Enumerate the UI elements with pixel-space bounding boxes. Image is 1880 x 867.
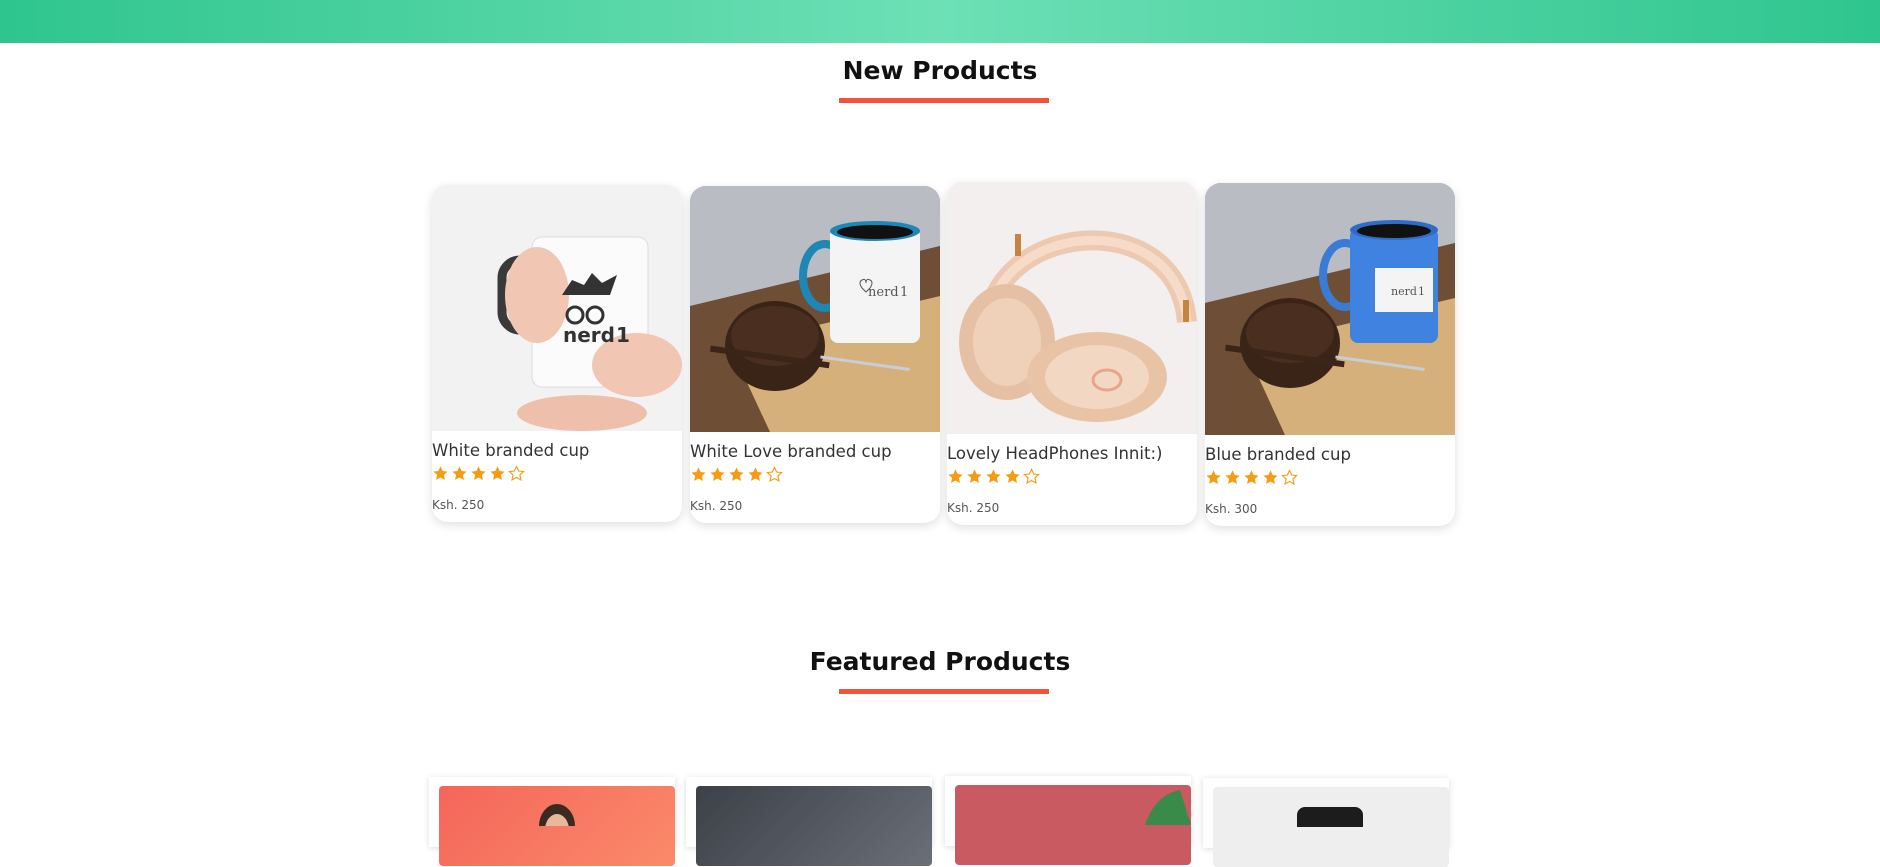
- star-filled-icon: [1206, 470, 1221, 484]
- star-outline-icon: [1023, 468, 1040, 485]
- product-card[interactable]: nerd 1 Blue branded cup Ksh. 300: [1205, 183, 1455, 526]
- product-rating: [1205, 469, 1455, 489]
- star-filled-icon: [710, 467, 725, 481]
- featured-product-card[interactable]: [1203, 778, 1449, 867]
- product-card[interactable]: nerd 1 White branded cup Ksh. 250: [432, 185, 682, 522]
- featured-product-card[interactable]: [686, 777, 932, 866]
- product-name[interactable]: White branded cup: [432, 441, 682, 460]
- product-image-white-mug[interactable]: nerd 1: [690, 186, 940, 432]
- mug-logo-number: 1: [616, 323, 630, 347]
- product-rating: [947, 468, 1197, 488]
- product-price: Ksh. 300: [1205, 502, 1258, 516]
- product-card[interactable]: nerd 1 White Love branded cup Ksh. 250: [690, 186, 940, 523]
- featured-product-image[interactable]: [696, 786, 932, 866]
- featured-product-card[interactable]: [429, 777, 675, 866]
- star-filled-icon: [986, 469, 1001, 483]
- mug-love-number: 1: [1418, 285, 1425, 298]
- star-filled-icon: [1005, 469, 1020, 483]
- star-filled-icon: [691, 467, 706, 481]
- product-image-blue-mug[interactable]: nerd 1: [1205, 183, 1455, 435]
- star-outline-icon: [766, 466, 783, 483]
- mug-love-text: nerd: [1391, 285, 1417, 298]
- product-image-nerd-mug[interactable]: nerd 1: [432, 185, 682, 431]
- star-filled-icon: [471, 466, 486, 480]
- mug-love-number: 1: [900, 285, 908, 300]
- product-name[interactable]: Lovely HeadPhones Innit:): [947, 444, 1197, 463]
- product-price: Ksh. 250: [947, 501, 1000, 515]
- star-filled-icon: [967, 469, 982, 483]
- star-filled-icon: [452, 466, 467, 480]
- top-header-bar: [0, 0, 1880, 43]
- product-rating: [690, 466, 940, 486]
- new-products-heading: New Products: [842, 56, 1038, 85]
- product-name[interactable]: White Love branded cup: [690, 442, 940, 461]
- star-filled-icon: [748, 467, 763, 481]
- featured-product-image[interactable]: [439, 786, 675, 866]
- star-filled-icon: [1225, 470, 1240, 484]
- star-filled-icon: [1263, 470, 1278, 484]
- product-price: Ksh. 250: [432, 498, 485, 512]
- product-rating: [432, 465, 682, 485]
- mug-logo-text: nerd: [563, 323, 615, 347]
- star-filled-icon: [490, 466, 505, 480]
- featured-product-image[interactable]: [1213, 787, 1449, 867]
- product-image-headphones[interactable]: [947, 182, 1197, 434]
- product-card[interactable]: Lovely HeadPhones Innit:) Ksh. 250: [947, 182, 1197, 525]
- star-filled-icon: [433, 466, 448, 480]
- product-price: Ksh. 250: [690, 499, 743, 513]
- star-filled-icon: [729, 467, 744, 481]
- star-outline-icon: [508, 465, 525, 482]
- featured-product-card[interactable]: [945, 776, 1191, 865]
- featured-products-heading: Featured Products: [809, 647, 1071, 676]
- product-name[interactable]: Blue branded cup: [1205, 445, 1455, 464]
- mug-love-text: nerd: [868, 285, 899, 300]
- featured-products-underline: [839, 689, 1049, 694]
- new-products-underline: [839, 98, 1049, 103]
- star-filled-icon: [1244, 470, 1259, 484]
- featured-product-image[interactable]: [955, 785, 1191, 865]
- star-filled-icon: [948, 469, 963, 483]
- star-outline-icon: [1281, 469, 1298, 486]
